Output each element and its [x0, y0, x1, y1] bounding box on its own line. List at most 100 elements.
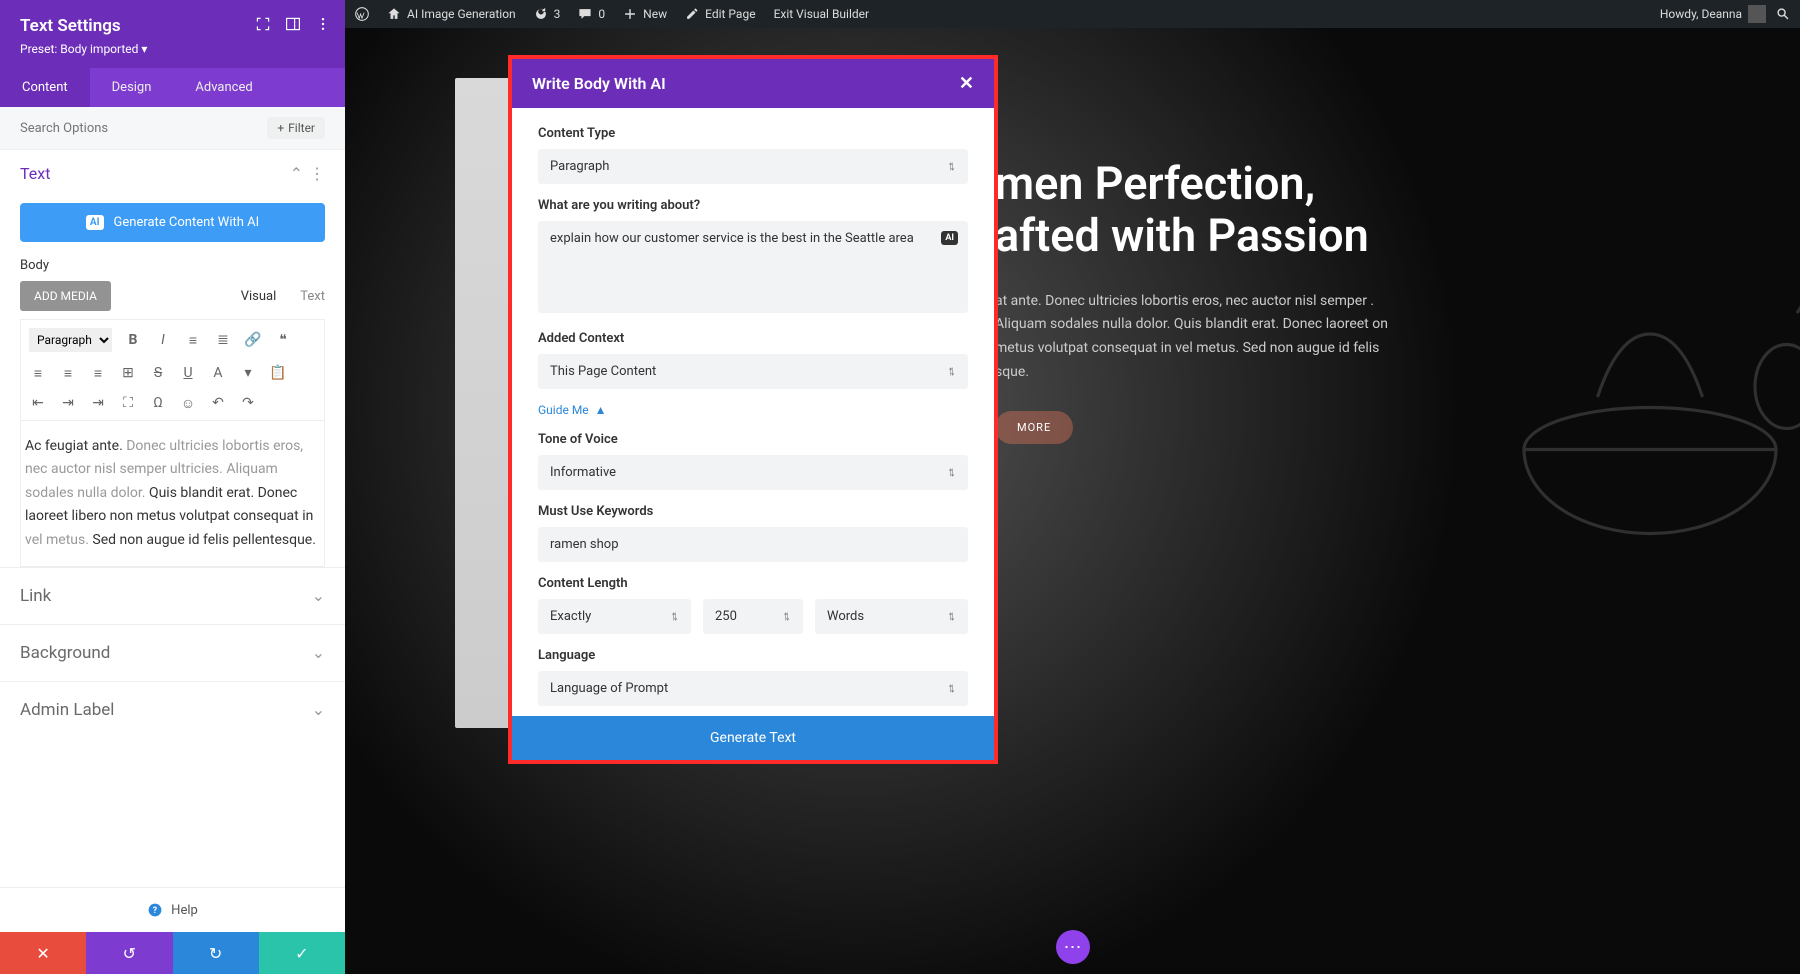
chevron-down-icon: ⌄ [312, 586, 325, 605]
wp-exit-builder[interactable]: Exit Visual Builder [774, 7, 870, 21]
wp-new[interactable]: New [623, 7, 667, 21]
panel-icon[interactable] [285, 16, 301, 32]
omega-icon[interactable]: Ω [149, 394, 167, 412]
quote-icon[interactable]: ❝ [274, 331, 292, 349]
undo-button[interactable]: ↺ [86, 932, 172, 974]
about-label: What are you writing about? [538, 198, 968, 213]
editor-content[interactable]: Ac feugiat ante. Donec ultricies loborti… [20, 421, 325, 567]
cta-button[interactable]: MORE [995, 411, 1073, 444]
length-unit-select[interactable]: Words [815, 599, 968, 634]
number-list-icon[interactable]: ≣ [214, 331, 232, 349]
wp-comments[interactable]: 0 [578, 7, 605, 21]
builder-fab-button[interactable]: ⋯ [1056, 930, 1090, 964]
action-row: ✕ ↺ ↻ ✓ [0, 932, 345, 974]
content-type-select[interactable]: Paragraph [538, 149, 968, 184]
search-row: +Filter [0, 107, 345, 150]
bullet-list-icon[interactable]: ≡ [184, 331, 202, 349]
chevron-up-icon[interactable]: ⌃ [290, 164, 303, 183]
italic-icon[interactable]: I [154, 331, 172, 349]
add-media-button[interactable]: ADD MEDIA [20, 281, 111, 311]
indent-right-icon[interactable]: ⇥ [59, 394, 77, 412]
wp-site-name[interactable]: AI Image Generation [387, 7, 516, 21]
settings-sidebar: Text Settings Preset: Body imported ▾ Co… [0, 0, 345, 974]
editor-tab-text[interactable]: Text [300, 289, 325, 304]
ai-modal: Write Body With AI ✕ Content Type Paragr… [508, 55, 998, 764]
editor-tab-visual[interactable]: Visual [241, 289, 277, 304]
section-more-icon[interactable]: ⋮ [309, 164, 325, 183]
content-type-label: Content Type [538, 126, 968, 141]
filter-button[interactable]: +Filter [267, 117, 325, 139]
guide-me-toggle[interactable]: Guide Me▲ [538, 403, 607, 417]
textcolor-icon[interactable]: A [209, 364, 227, 382]
wp-howdy[interactable]: Howdy, Deanna [1660, 5, 1766, 23]
language-label: Language [538, 648, 968, 663]
chevron-down-icon: ⌄ [312, 700, 325, 719]
avatar [1748, 5, 1766, 23]
background-section[interactable]: Background⌄ [0, 624, 345, 681]
redo-button[interactable]: ↻ [173, 932, 259, 974]
sidebar-header: Text Settings Preset: Body imported ▾ [0, 0, 345, 68]
generate-content-ai-button[interactable]: AI Generate Content With AI [20, 203, 325, 242]
close-icon[interactable]: ✕ [959, 73, 974, 94]
more-color-icon[interactable]: ▾ [239, 364, 257, 382]
tab-advanced[interactable]: Advanced [173, 68, 274, 107]
fullscreen-icon[interactable]: ⛶ [119, 394, 137, 412]
more-icon[interactable] [315, 16, 331, 32]
save-button[interactable]: ✓ [259, 932, 345, 974]
ai-assist-icon[interactable]: AI [941, 231, 958, 245]
wp-admin-bar: AI Image Generation 3 0 New Edit Page Ex… [345, 0, 1800, 28]
emoji-icon[interactable]: ☺ [179, 394, 197, 412]
tone-select[interactable]: Informative [538, 455, 968, 490]
chevron-down-icon: ⌄ [312, 643, 325, 662]
about-textarea[interactable] [538, 221, 968, 313]
tab-content[interactable]: Content [0, 68, 90, 107]
link-icon[interactable]: 🔗 [244, 331, 262, 349]
length-label: Content Length [538, 576, 968, 591]
wp-edit-page[interactable]: Edit Page [685, 7, 755, 21]
wp-logo-icon[interactable] [355, 7, 369, 21]
align-left-icon[interactable]: ≡ [29, 364, 47, 382]
text-section: Text ⌃ ⋮ [0, 150, 345, 197]
focus-icon[interactable] [255, 16, 271, 32]
bold-icon[interactable]: B [124, 331, 142, 349]
link-section[interactable]: Link⌄ [0, 567, 345, 624]
admin-label-section[interactable]: Admin Label⌄ [0, 681, 345, 738]
redo-icon[interactable]: ↷ [239, 394, 257, 412]
paste-icon[interactable]: 📋 [269, 364, 287, 382]
context-label: Added Context [538, 331, 968, 346]
indent-left-icon[interactable]: ⇤ [29, 394, 47, 412]
ai-icon: AI [86, 215, 104, 230]
editor-toolbar: Paragraph B I ≡ ≣ 🔗 ❝ ≡ ≡ ≡ ⊞ S U A ▾ 📋 … [20, 319, 325, 421]
svg-text:?: ? [153, 906, 158, 916]
underline-icon[interactable]: U [179, 364, 197, 382]
strike-icon[interactable]: S [149, 364, 167, 382]
tone-label: Tone of Voice [538, 432, 968, 447]
search-input[interactable] [20, 121, 267, 136]
wp-updates[interactable]: 3 [534, 7, 561, 21]
align-center-icon[interactable]: ≡ [59, 364, 77, 382]
length-count-input[interactable] [703, 599, 803, 634]
undo-icon[interactable]: ↶ [209, 394, 227, 412]
tab-design[interactable]: Design [90, 68, 174, 107]
body-label: Body [0, 258, 345, 281]
modal-header: Write Body With AI ✕ [512, 59, 994, 108]
generate-text-button[interactable]: Generate Text [512, 716, 994, 760]
page-body: at ante. Donec ultricies lobortis eros, … [995, 290, 1395, 385]
keywords-label: Must Use Keywords [538, 504, 968, 519]
align-right-icon[interactable]: ≡ [89, 364, 107, 382]
length-mode-select[interactable]: Exactly [538, 599, 691, 634]
text-section-title[interactable]: Text [20, 164, 50, 183]
paragraph-select[interactable]: Paragraph [29, 328, 112, 352]
help-link[interactable]: ? Help [0, 887, 345, 932]
language-select[interactable]: Language of Prompt [538, 671, 968, 706]
keywords-input[interactable] [538, 527, 968, 562]
context-select[interactable]: This Page Content [538, 354, 968, 389]
bowl-illustration [1440, 208, 1800, 628]
close-button[interactable]: ✕ [0, 932, 86, 974]
modal-title: Write Body With AI [532, 74, 666, 93]
settings-tabs: Content Design Advanced [0, 68, 345, 107]
outdent-icon[interactable]: ⇥ [89, 394, 107, 412]
preset-dropdown[interactable]: Preset: Body imported ▾ [20, 42, 325, 56]
search-icon[interactable] [1776, 7, 1790, 21]
table-icon[interactable]: ⊞ [119, 364, 137, 382]
